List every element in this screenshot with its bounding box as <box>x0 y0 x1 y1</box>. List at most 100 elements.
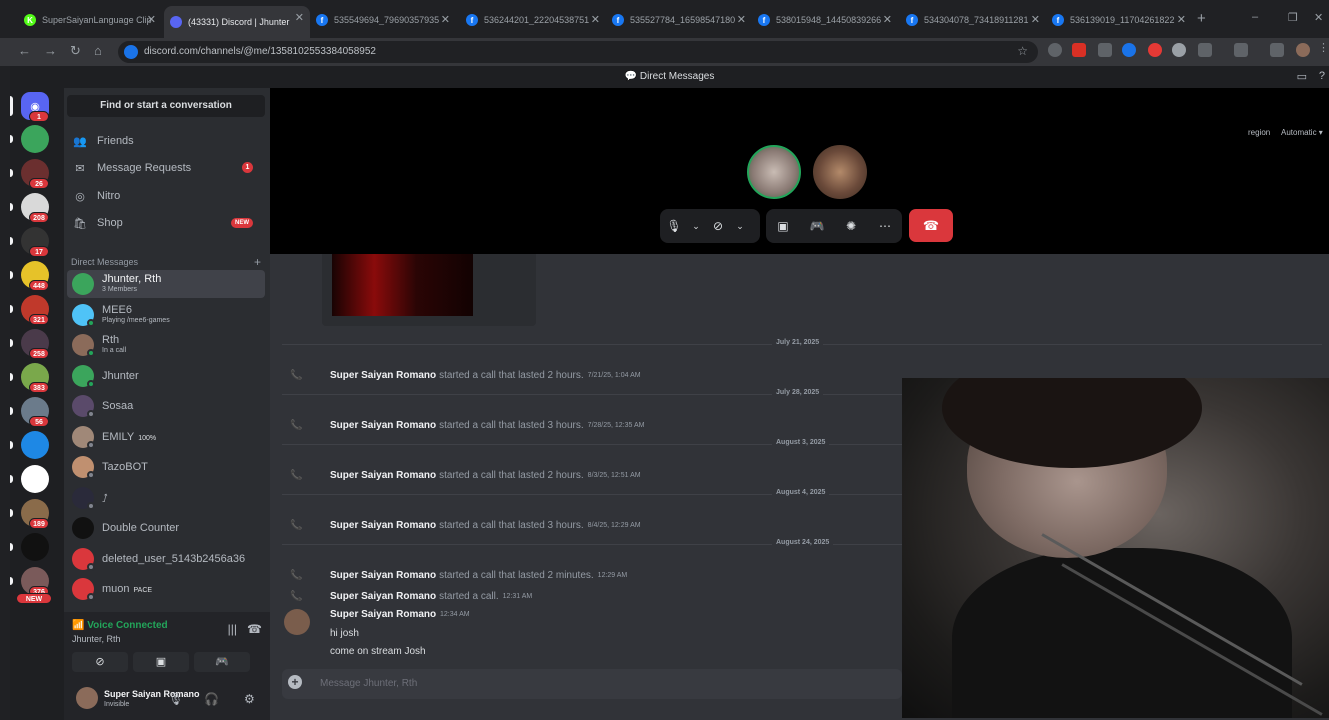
dm-item[interactable]: EMILY 100% <box>67 423 265 451</box>
profile-avatar[interactable] <box>1296 43 1310 57</box>
dm-item[interactable]: TazoBOT <box>67 453 265 481</box>
camera-off-icon[interactable]: ⊘ <box>704 219 732 233</box>
mic-icon[interactable]: 🎙 <box>168 692 183 706</box>
hang-up-button[interactable]: ☎ <box>909 209 953 242</box>
dm-item[interactable]: MEE6 Playing /mee6-games <box>67 301 265 329</box>
home-icon[interactable]: ⌂ <box>94 43 102 58</box>
dm-name-text: Sosaa <box>102 400 134 412</box>
nav-item-nitro[interactable]: ◎ Nitro <box>67 184 265 208</box>
extension-icon[interactable] <box>1122 43 1136 57</box>
server-icon[interactable] <box>21 431 49 459</box>
soundboard-icon[interactable]: ✺ <box>834 219 868 233</box>
server-icon[interactable] <box>21 533 49 561</box>
close-tab-icon[interactable]: ✕ <box>591 13 600 26</box>
dm-item[interactable]: deleted_user_5143b2456a36 <box>67 545 265 573</box>
browser-tab[interactable]: f 534304078_73418911281 ✕ <box>900 8 1046 32</box>
server-icon[interactable] <box>21 125 49 153</box>
avatar[interactable] <box>76 687 98 709</box>
back-icon[interactable]: ← <box>18 43 31 58</box>
upload-plus-icon[interactable]: + <box>288 675 302 689</box>
extension-icon[interactable] <box>1148 43 1162 57</box>
sidepanel-icon[interactable] <box>1234 43 1248 57</box>
message-author[interactable]: Super Saiyan Romano <box>330 609 436 620</box>
dm-item[interactable]: Jhunter, Rth 3 Members <box>67 270 265 298</box>
browser-tab[interactable]: f 536139019_11704261822 ✕ <box>1046 8 1192 32</box>
dm-item[interactable]: Double Counter <box>67 514 265 542</box>
server-icon[interactable] <box>21 465 49 493</box>
headset-icon[interactable]: 🎧 <box>204 692 219 706</box>
close-tab-icon[interactable]: ✕ <box>737 13 746 26</box>
more-icon[interactable]: ⋯ <box>868 219 902 233</box>
message-author[interactable]: Super Saiyan Romano <box>330 570 436 581</box>
screen-share-icon[interactable]: ▣ <box>766 219 800 233</box>
message-composer[interactable]: + Message Jhunter, Rth <box>282 669 902 699</box>
nav-item-shop[interactable]: 🛍 Shop NEW <box>67 211 265 235</box>
voice-channel-label[interactable]: Jhunter, Rth <box>72 634 121 644</box>
message-author[interactable]: Super Saiyan Romano <box>330 520 436 531</box>
message-author[interactable]: Super Saiyan Romano <box>330 420 436 431</box>
url-input[interactable]: discord.com/channels/@me/135810255338405… <box>118 41 1038 63</box>
close-tab-icon[interactable]: ✕ <box>441 13 450 26</box>
participant-avatar[interactable] <box>747 145 801 199</box>
avatar[interactable] <box>284 609 310 635</box>
disconnect-icon[interactable]: ☎ <box>247 622 262 636</box>
camera-off-icon[interactable]: ⊘ <box>72 652 128 672</box>
user-name[interactable]: Super Saiyan Romano <box>104 689 200 699</box>
adblock-icon[interactable] <box>1072 43 1086 57</box>
browser-tab[interactable]: f 536244201_22204538751 ✕ <box>460 8 606 32</box>
message-author[interactable]: Super Saiyan Romano <box>330 591 436 602</box>
voice-connected-label[interactable]: 📶 Voice Connected <box>72 620 168 631</box>
dm-item[interactable]: Jhunter <box>67 362 265 390</box>
new-tab-icon[interactable]: + <box>1197 10 1206 27</box>
inbox-icon[interactable]: ▭ <box>1297 70 1307 83</box>
browser-tab[interactable]: f 535549694_79690357935 ✕ <box>310 8 456 32</box>
message-input[interactable]: Message Jhunter, Rth <box>320 678 417 689</box>
help-icon[interactable]: ? <box>1319 70 1325 82</box>
message-author[interactable]: Super Saiyan Romano <box>330 470 436 481</box>
extension-icon[interactable] <box>1048 43 1062 57</box>
extension-icon[interactable] <box>1172 43 1186 57</box>
browser-tab[interactable]: f 535527784_16598547180 ✕ <box>606 8 752 32</box>
chevron-down-icon[interactable]: ⌄ <box>732 221 748 232</box>
menu-icon[interactable]: ⋮ <box>1318 41 1329 55</box>
media-icon[interactable] <box>1270 43 1284 57</box>
site-info-icon[interactable] <box>124 45 138 59</box>
extensions-puzzle-icon[interactable] <box>1198 43 1212 57</box>
maximize-icon[interactable]: ❐ <box>1288 11 1298 24</box>
participant-avatar[interactable] <box>813 145 867 199</box>
noise-suppression-icon[interactable]: ||| <box>228 622 237 636</box>
close-tab-icon[interactable]: ✕ <box>295 11 304 24</box>
dm-item[interactable]: muon PACE <box>67 575 265 603</box>
dm-item[interactable]: Rth In a call <box>67 331 265 359</box>
forward-icon[interactable]: → <box>44 43 57 58</box>
region-select[interactable]: Automatic ▾ <box>1281 128 1323 137</box>
dm-item[interactable]: ⭜ <box>67 484 265 512</box>
extension-icon[interactable] <box>1098 43 1112 57</box>
close-tab-icon[interactable]: ✕ <box>883 13 892 26</box>
screen-share-icon[interactable]: ▣ <box>133 652 189 672</box>
activity-icon[interactable]: 🎮 <box>194 652 250 672</box>
call-system-message: 📞 Super Saiyan Romano started a call. 12:31… <box>290 589 532 603</box>
create-dm-plus-icon[interactable]: + <box>254 255 261 269</box>
nav-item-friends[interactable]: 👥 Friends <box>67 129 265 153</box>
bookmark-star-icon[interactable]: ☆ <box>1017 44 1028 58</box>
minimize-icon[interactable]: – <box>1252 11 1258 23</box>
attachment-image[interactable] <box>332 254 473 316</box>
reload-icon[interactable]: ↻ <box>70 43 81 59</box>
close-tab-icon[interactable]: ✕ <box>1031 13 1040 26</box>
settings-gear-icon[interactable]: ⚙ <box>244 692 255 706</box>
mic-icon[interactable]: 🎙 <box>660 219 688 233</box>
message-author[interactable]: Super Saiyan Romano <box>330 370 436 381</box>
chevron-down-icon[interactable]: ⌄ <box>688 221 704 232</box>
dm-item[interactable]: Sosaa <box>67 392 265 420</box>
browser-tab[interactable]: K SuperSaiyanLanguage Clip ✕ <box>18 8 162 32</box>
close-tab-icon[interactable]: ✕ <box>147 13 156 26</box>
browser-tab[interactable]: (43331) Discord | Jhunter ✕ <box>164 6 310 38</box>
find-conversation-button[interactable]: Find or start a conversation <box>67 95 265 117</box>
activity-icon[interactable]: 🎮 <box>800 219 834 233</box>
nav-item-message-requests[interactable]: ✉ Message Requests 1 <box>67 156 265 180</box>
browser-tab[interactable]: f 538015948_14450839266 ✕ <box>752 8 898 32</box>
close-tab-icon[interactable]: ✕ <box>1177 13 1186 26</box>
call-area: region Automatic ▾ 🎙 ⌄ ⊘ ⌄ ▣ 🎮 ✺ ⋯ ☎ <box>270 88 1329 254</box>
close-window-icon[interactable]: ✕ <box>1314 11 1323 24</box>
